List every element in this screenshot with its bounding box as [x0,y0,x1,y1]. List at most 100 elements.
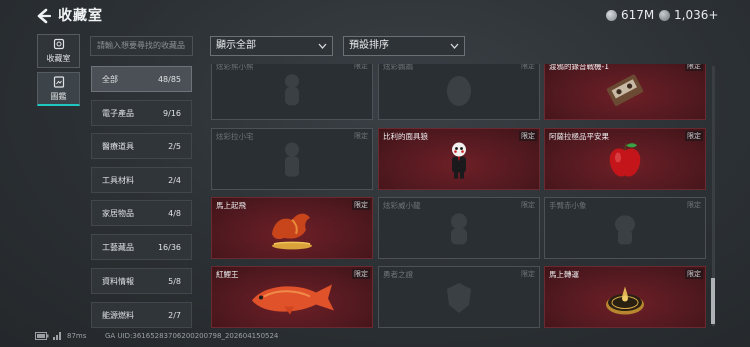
category-label: 全部 [102,74,118,84]
limited-badge: 限定 [519,131,537,141]
item-name: 紅鯉王 [216,270,239,279]
limited-badge: 限定 [352,200,370,210]
safe-icon [53,38,64,50]
item-name: 炫彩鸚鵡 [383,64,413,71]
item-name: 炫彩熊小熊 [216,64,254,71]
limited-badge: 限定 [354,132,368,140]
item-card[interactable]: 炫彩熊小熊 限定 [211,64,373,120]
category-count: 2/4 [168,175,181,185]
puppet-icon [446,141,472,185]
limited-badge: 限定 [685,269,703,279]
item-card[interactable]: 手臂赤小象 限定 [544,197,706,259]
category-count: 2/5 [168,141,181,151]
category-count: 9/16 [163,108,181,118]
category-crafts[interactable]: 工藝藏品 16/36 [91,234,192,260]
item-card[interactable]: 馬上轉運 限定 [544,266,706,328]
badge-icon [444,281,474,319]
item-card[interactable]: 馬上起飛 限定 [211,197,373,259]
category-intel[interactable]: 資料情報 5/8 [91,268,192,294]
item-card[interactable]: 炫彩拉小宅 限定 [211,128,373,190]
limited-badge: 限定 [521,201,535,209]
item-card[interactable]: 渡鴉的錄音戰機-1 限定 [544,64,706,120]
nav-tab-catalog[interactable]: 圖鑑 [37,72,80,106]
limited-badge: 限定 [521,64,535,70]
item-card[interactable]: 炫彩威小龍 限定 [378,197,540,259]
carp-icon [244,279,340,323]
item-name: 炫彩威小龍 [383,201,421,210]
category-label: 電子產品 [102,108,134,118]
category-label: 工藝藏品 [102,242,134,252]
category-household[interactable]: 家居物品 4/8 [91,200,192,226]
category-all[interactable]: 全部 48/85 [91,66,192,92]
cassette-icon [603,72,647,112]
item-name: 炫彩拉小宅 [216,132,254,141]
category-energy[interactable]: 能源燃料 2/7 [91,302,192,328]
catalog-icon [53,75,64,88]
category-count: 5/8 [168,276,181,286]
limited-badge: 限定 [685,64,703,71]
apple-icon [606,141,644,185]
limited-badge: 限定 [352,269,370,279]
display-filter-dropdown[interactable]: 顯示全部 [210,36,333,56]
nav-label: 收藏室 [46,54,71,63]
limited-badge: 限定 [521,270,535,278]
category-count: 48/85 [157,74,181,84]
chevron-down-icon [450,43,459,49]
category-label: 資料情報 [102,276,134,286]
category-count: 16/36 [157,242,181,252]
sort-dropdown[interactable]: 預設排序 [343,36,465,56]
item-name: 勇者之證 [383,270,413,279]
coins-value: 617M [621,8,655,22]
search-input[interactable]: 請輸入想要尋找的收藏品 [90,36,193,56]
horse-icon [262,208,322,256]
back-arrow-icon[interactable] [35,8,53,24]
item-name: 馬上轉運 [549,270,579,279]
signal-icon [53,332,61,340]
limited-badge: 限定 [354,64,368,70]
item-card[interactable]: 紅鯉王 限定 [211,266,373,328]
collection-grid[interactable]: 炫彩熊小熊 限定 炫彩鸚鵡 限定 渡鴉的錄音戰機-1 限定 炫彩拉小宅 限定 比… [210,64,710,328]
scrollbar-thumb[interactable] [711,278,715,324]
category-label: 醫療道具 [102,141,134,151]
item-name: 阿薩拉極品平安果 [549,132,609,141]
compass-icon [603,279,647,323]
sort-value: 預設排序 [349,40,389,51]
item-name: 渡鴉的錄音戰機-1 [549,64,609,71]
item-card[interactable]: 勇者之證 限定 [378,266,540,328]
category-medical[interactable]: 醫療道具 2/5 [91,133,192,159]
item-name: 馬上起飛 [216,201,246,210]
battery-icon [35,332,49,340]
category-label: 能源燃料 [102,310,134,320]
item-card[interactable]: 比利的面具狼 限定 [378,128,540,190]
item-name: 比利的面具狼 [383,132,428,141]
egg-icon [444,73,474,111]
category-label: 家居物品 [102,208,134,218]
item-name: 手臂赤小象 [549,201,587,210]
category-count: 2/7 [168,310,181,320]
coin-icon [606,9,617,21]
ping-value: 87ms [67,332,87,340]
nav-tab-collection-room[interactable]: 收藏室 [37,34,80,68]
dragon-icon [442,210,476,252]
uid-text: GA UID:36165283706200200798_202604150524 [105,332,279,340]
page-title: 收藏室 [58,8,103,24]
category-tools[interactable]: 工具材料 2/4 [91,167,192,193]
item-card[interactable]: 炫彩鸚鵡 限定 [378,64,540,120]
limited-badge: 限定 [687,201,701,209]
premium-coin-icon [659,9,670,21]
currency-coins: 617M [606,7,654,23]
figure-icon [278,141,306,185]
display-filter-value: 顯示全部 [216,40,256,51]
chevron-down-icon [318,43,327,49]
currency-premium[interactable]: 1,036+ [659,7,718,23]
premium-value: 1,036+ [674,8,719,22]
item-card[interactable]: 阿薩拉極品平安果 限定 [544,128,706,190]
status-footer: 87ms [35,332,86,340]
category-count: 4/8 [168,208,181,218]
limited-badge: 限定 [685,131,703,141]
nav-label: 圖鑑 [50,91,67,101]
category-label: 工具材料 [102,175,134,185]
bear-icon [278,72,306,112]
elephant-icon [608,210,642,252]
category-electronics[interactable]: 電子產品 9/16 [91,100,192,126]
